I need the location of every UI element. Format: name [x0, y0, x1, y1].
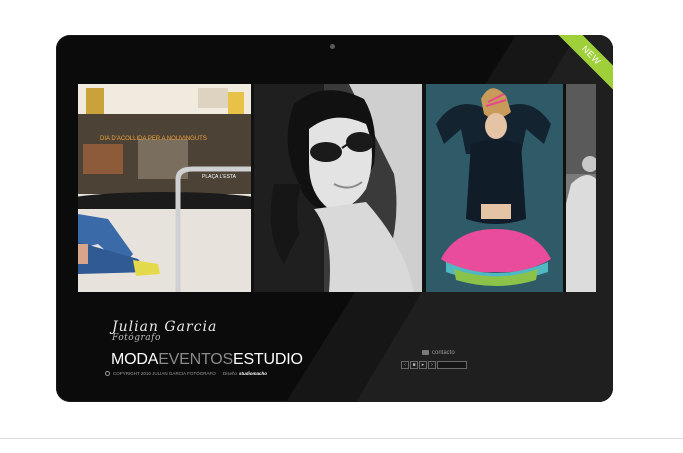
contact-label: contacto — [432, 350, 455, 357]
copyright-icon — [105, 371, 110, 377]
contact-link[interactable]: contacto — [422, 350, 455, 356]
studio-link[interactable]: studiomacho — [239, 371, 267, 376]
brand-subtitle: Fotógrafo — [112, 333, 161, 343]
stop-icon[interactable]: ■ — [410, 361, 418, 369]
camera-dot — [330, 44, 335, 49]
gallery-controls: ‹ ■ ▸ › — [401, 361, 467, 369]
shop-sign-text: DIA D'ACOLLIDA PER A NOUVINGUTS — [100, 136, 207, 142]
main-nav: MODAEVENTOSESTUDIO — [111, 351, 303, 369]
storefront-photo[interactable]: DIA D'ACOLLIDA PER A NOUVINGUTS PLAÇA L'… — [78, 84, 251, 292]
next-icon[interactable]: › — [428, 361, 436, 369]
mail-icon — [422, 350, 429, 355]
copyright-line: COPYRIGHT 2010 JULIAN GARCIA FOTÓGRAFO D… — [105, 371, 267, 377]
placa-sign: PLAÇA L'ESTA — [202, 174, 237, 180]
copyright-text: COPYRIGHT 2010 JULIAN GARCIA FOTÓGRAFO — [113, 371, 216, 376]
partial-photo[interactable] — [566, 84, 596, 292]
design-label: Diseño — [222, 371, 237, 376]
gallery-progress-bar[interactable] — [437, 361, 467, 369]
device-frame: NEW DIA D'ACOLLIDA PER A NOUVINGUTS PLAÇ… — [56, 35, 613, 402]
colorful-dancer-photo[interactable] — [426, 84, 563, 292]
nav-item-estudio[interactable]: ESTUDIO — [233, 351, 303, 368]
sunglasses-portrait-photo[interactable] — [254, 84, 422, 292]
photo-gallery: DIA D'ACOLLIDA PER A NOUVINGUTS PLAÇA L'… — [78, 84, 596, 292]
page-divider — [0, 438, 683, 439]
nav-item-moda[interactable]: MODA — [111, 351, 158, 368]
nav-item-eventos[interactable]: EVENTOS — [158, 351, 233, 368]
prev-icon[interactable]: ‹ — [401, 361, 409, 369]
play-icon[interactable]: ▸ — [419, 361, 427, 369]
